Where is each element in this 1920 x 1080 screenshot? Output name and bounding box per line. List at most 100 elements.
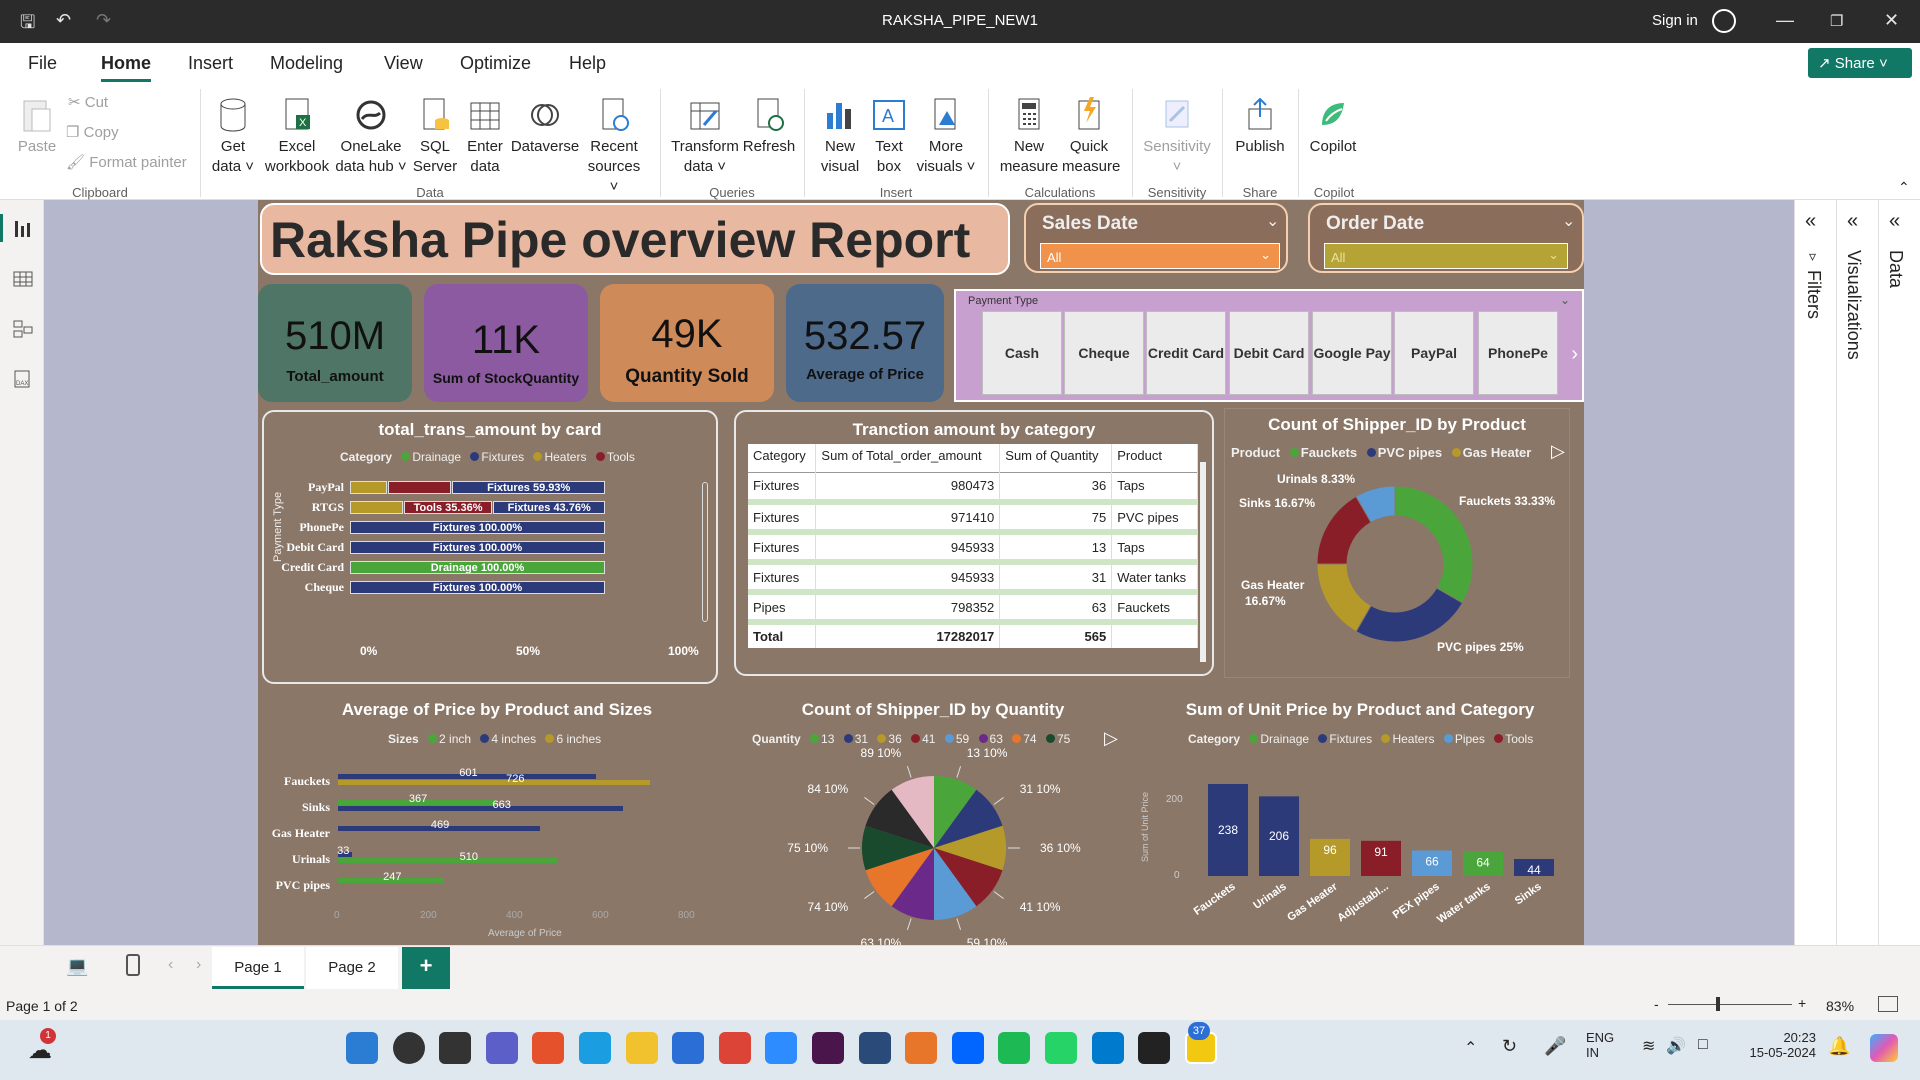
chevron-right-icon[interactable]: › <box>1571 343 1578 366</box>
fit-to-page-icon[interactable] <box>1878 996 1898 1012</box>
table-row[interactable]: Fixtures 980473 36 Taps <box>748 472 1198 502</box>
zoom-icon[interactable] <box>765 1032 798 1064</box>
zoom-out-button[interactable]: - <box>1654 996 1659 1012</box>
vscode-icon[interactable] <box>1091 1032 1124 1064</box>
collapse-ribbon-icon[interactable]: ⌃ <box>1898 179 1910 196</box>
column-header[interactable]: Sum of Total_order_amount <box>815 444 1001 472</box>
menu-insert[interactable]: Insert <box>188 53 233 74</box>
menu-home[interactable]: Home <box>101 53 152 82</box>
copilot-taskbar-icon[interactable] <box>1870 1034 1898 1062</box>
bar[interactable] <box>338 806 624 811</box>
recent-sources-button[interactable]: Recent sources ˅ <box>582 95 646 197</box>
power-automate-icon[interactable] <box>951 1032 984 1064</box>
onelake-button[interactable]: OneLake data hub ˅ <box>332 95 410 177</box>
add-page-button[interactable]: + <box>402 947 450 989</box>
bar-segment[interactable] <box>350 501 403 514</box>
collapse-filters-icon[interactable]: « <box>1805 210 1816 233</box>
donut-chart-visual[interactable]: Count of Shipper_ID by Product Product F… <box>1224 408 1570 678</box>
slicer-dropdown[interactable]: All ⌄ <box>1040 243 1280 269</box>
page-tab-2[interactable]: Page 2 <box>306 947 398 989</box>
desktop-layout-icon[interactable]: 💻 <box>66 956 88 977</box>
restore-icon[interactable]: ❐ <box>1830 12 1843 30</box>
column-header[interactable]: Category <box>748 444 817 472</box>
table-row[interactable]: Fixtures 971410 75 PVC pipes <box>748 502 1198 532</box>
refresh-button[interactable]: Refresh <box>742 95 796 157</box>
sign-in-link[interactable]: Sign in <box>1652 12 1698 29</box>
bar-segment[interactable]: Drainage 100.00% <box>350 561 605 574</box>
scrollbar[interactable] <box>702 482 708 622</box>
menu-optimize[interactable]: Optimize <box>460 53 531 74</box>
zoom-in-button[interactable]: + <box>1798 995 1806 1011</box>
zoom-slider-thumb[interactable] <box>1716 997 1720 1011</box>
dax-query-view-icon[interactable]: DAX <box>12 368 34 390</box>
bar-segment[interactable]: Tools 35.36% <box>403 501 493 514</box>
microphone-icon[interactable]: 🎤 <box>1544 1036 1566 1057</box>
table-view-icon[interactable] <box>12 268 34 290</box>
payment-option-google-pay[interactable]: Google Pay <box>1312 311 1392 395</box>
excel-workbook-button[interactable]: X Excel workbook <box>262 95 332 177</box>
bar-segment[interactable]: Fixtures 100.00% <box>350 521 605 534</box>
media-player-icon[interactable] <box>1138 1032 1171 1064</box>
cut-button[interactable]: ✂ Cut <box>68 93 108 111</box>
menu-help[interactable]: Help <box>569 53 606 74</box>
slicer-dropdown[interactable]: All ⌄ <box>1324 243 1568 269</box>
sensitivity-button[interactable]: Sensitivity ˅ <box>1140 95 1214 177</box>
bar-segment[interactable]: Fixtures 100.00% <box>350 581 605 594</box>
start-menu-icon[interactable] <box>346 1032 378 1064</box>
dataverse-button[interactable]: Dataverse <box>510 95 580 157</box>
bar-segment[interactable]: Fixtures 100.00% <box>350 541 605 554</box>
edge-icon[interactable] <box>579 1032 611 1064</box>
payment-option-cheque[interactable]: Cheque <box>1064 311 1144 395</box>
scrollbar[interactable] <box>1200 462 1206 662</box>
zoom-level[interactable]: 83% <box>1826 998 1854 1014</box>
slack-icon[interactable] <box>812 1032 844 1064</box>
publish-button[interactable]: Publish <box>1230 95 1290 157</box>
transaction-table-visual[interactable]: Tranction amount by category Category Su… <box>734 410 1214 676</box>
transform-data-button[interactable]: Transform data ˅ <box>668 95 742 177</box>
copilot-button[interactable]: Copilot <box>1304 95 1362 157</box>
sync-icon[interactable]: ↻ <box>1502 1036 1517 1057</box>
volume-icon[interactable]: 🔊 <box>1666 1036 1686 1056</box>
paste-button[interactable]: Paste <box>14 95 60 157</box>
chevron-down-icon[interactable]: ⌄ <box>1562 211 1575 231</box>
model-view-icon[interactable] <box>12 318 34 340</box>
quick-measure-button[interactable]: Quick measure <box>1062 95 1120 177</box>
payment-option-paypal[interactable]: PayPal <box>1394 311 1474 395</box>
bar-segment[interactable]: Fixtures 43.76% <box>493 501 605 514</box>
brave-icon[interactable] <box>532 1032 565 1064</box>
bar-segment[interactable] <box>350 481 388 494</box>
chevron-down-icon[interactable]: ⌄ <box>1560 293 1570 307</box>
data-pane-tab[interactable]: Data <box>1885 250 1906 288</box>
bar[interactable] <box>338 780 651 785</box>
wifi-icon[interactable]: ≋ <box>1642 1036 1655 1056</box>
next-page-icon[interactable]: › <box>196 956 201 974</box>
mail-icon[interactable] <box>672 1032 705 1064</box>
new-measure-button[interactable]: New measure <box>996 95 1062 177</box>
whatsapp-icon[interactable] <box>1045 1032 1077 1064</box>
column-header[interactable]: Sum of Quantity <box>999 444 1113 472</box>
battery-icon[interactable]: □ <box>1698 1036 1708 1054</box>
text-box-button[interactable]: A Text box <box>866 95 912 177</box>
prev-page-icon[interactable]: ‹ <box>168 956 173 974</box>
menu-modeling[interactable]: Modeling <box>270 53 343 74</box>
app-icon[interactable] <box>858 1032 891 1064</box>
bar-segment[interactable] <box>388 481 452 494</box>
chrome-icon[interactable] <box>718 1032 751 1064</box>
clock[interactable]: 20:23 15-05-2024 <box>1738 1030 1817 1060</box>
minimize-icon[interactable]: — <box>1776 10 1794 31</box>
show-hidden-icons[interactable]: ⌃ <box>1464 1038 1477 1058</box>
bar-segment[interactable]: Fixtures 59.93% <box>452 481 605 494</box>
menu-view[interactable]: View <box>384 53 423 74</box>
table-row[interactable]: Pipes 798352 63 Faucke​ts <box>748 592 1198 622</box>
mobile-layout-icon[interactable] <box>126 954 140 976</box>
share-button[interactable]: ↗ Share ˅ <box>1808 48 1912 78</box>
account-icon[interactable] <box>1712 9 1736 33</box>
spotify-icon[interactable] <box>998 1032 1031 1064</box>
report-view-icon[interactable] <box>12 218 34 240</box>
chevron-down-icon[interactable]: ⌄ <box>1266 211 1279 231</box>
task-view-icon[interactable] <box>439 1032 472 1064</box>
payment-option-phonepe[interactable]: PhonePe <box>1478 311 1558 395</box>
enter-data-button[interactable]: Enter data <box>462 95 508 177</box>
table-row[interactable]: Fixtures 945933 13 Taps <box>748 532 1198 562</box>
sales-date-slicer[interactable]: Sales Date ⌄ All ⌄ <box>1024 203 1288 273</box>
